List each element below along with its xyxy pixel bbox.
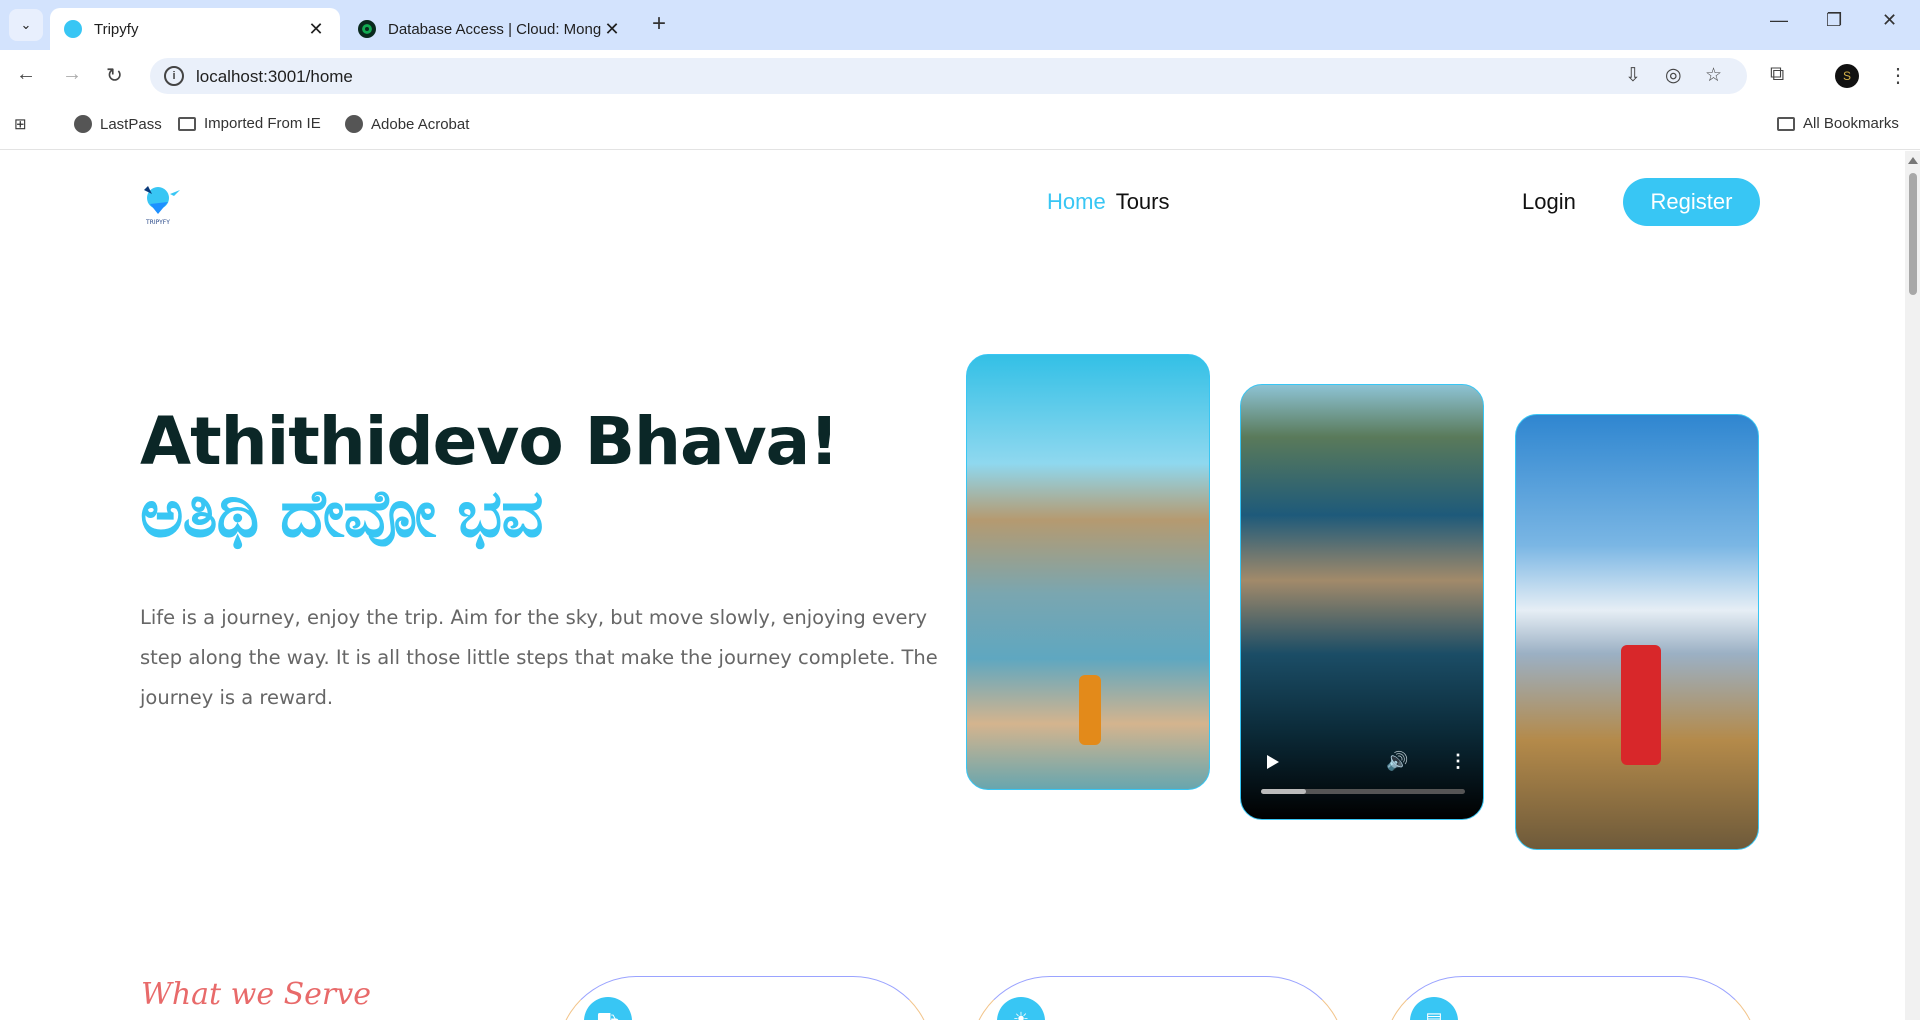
scroll-up-icon[interactable] <box>1908 157 1918 164</box>
service-icon: ☀ <box>997 997 1045 1020</box>
all-bookmarks[interactable]: All Bookmarks <box>1777 115 1899 132</box>
folder-icon <box>178 116 196 131</box>
globe-icon <box>345 115 363 133</box>
bookmark-imported-from-ie[interactable]: Imported From IE <box>178 115 321 132</box>
tab-database-access[interactable]: Database Access | Cloud: Mong ✕ <box>350 8 630 50</box>
bookmark-label: LastPass <box>100 115 162 133</box>
bookmark-label: Adobe Acrobat <box>371 115 470 133</box>
minimize-button[interactable]: — <box>1770 10 1788 31</box>
bookmark-adobe-acrobat[interactable]: Adobe Acrobat <box>345 115 469 133</box>
service-icon: ▤ <box>1410 997 1458 1020</box>
reload-button[interactable]: ↻ <box>106 63 123 88</box>
chevron-down-icon: ⌄ <box>20 17 32 32</box>
extensions-icon[interactable]: ⧉ <box>1770 63 1784 86</box>
tripyfy-favicon-icon <box>64 20 82 38</box>
menu-icon[interactable]: ⋮ <box>1888 63 1908 88</box>
hero-title: Athithidevo Bhava!ಅತಿಥಿ ದೇವೋ ಭವ <box>140 406 920 550</box>
video-progress-fill <box>1261 789 1306 794</box>
hero-title-english: Athithidevo Bhava! <box>140 403 839 480</box>
traveler-figure <box>1621 645 1661 765</box>
service-icon: ⛟ <box>584 997 632 1020</box>
nav-home[interactable]: Home <box>1047 189 1106 215</box>
tab-tripyfy[interactable]: Tripyfy ✕ <box>50 8 340 50</box>
bookmarks-bar: ⊞ LastPass Imported From IE Adobe Acroba… <box>0 101 1920 150</box>
url-text[interactable]: localhost:3001/home <box>196 67 353 87</box>
page-scrollbar[interactable] <box>1905 151 1920 1020</box>
hero-description: Life is a journey, enjoy the trip. Aim f… <box>140 606 938 709</box>
more-options-icon[interactable]: ⋮ <box>1449 751 1467 772</box>
hero-image-louvre <box>966 354 1210 790</box>
main-nav: Home Tours <box>1047 189 1169 215</box>
nav-tours[interactable]: Tours <box>1116 189 1170 215</box>
tab-search-button[interactable]: ⌄ <box>9 9 43 41</box>
folder-icon <box>1777 116 1795 131</box>
bookmark-label: All Bookmarks <box>1803 115 1899 132</box>
close-tab-icon[interactable]: ✕ <box>602 19 622 40</box>
tripyfy-logo[interactable]: TRIPYFY <box>140 184 184 226</box>
browser-toolbar: ← → ↻ i localhost:3001/home ⇩ ◎ ☆ ⧉ S ⋮ <box>0 50 1920 101</box>
profile-avatar[interactable]: S <box>1835 64 1859 88</box>
service-card: ⛟ <box>557 976 933 1020</box>
bookmark-lastpass[interactable]: LastPass <box>74 115 162 133</box>
back-button[interactable]: ← <box>16 63 36 86</box>
video-progress-bar[interactable] <box>1261 789 1465 794</box>
traveler-figure <box>1079 675 1101 745</box>
close-window-button[interactable]: ✕ <box>1882 10 1897 31</box>
bookmark-star-icon[interactable]: ☆ <box>1705 64 1722 87</box>
mongodb-favicon-icon <box>358 20 376 38</box>
apps-icon[interactable]: ⊞ <box>14 115 27 133</box>
eye-off-icon[interactable]: ◎ <box>1665 64 1682 87</box>
restore-button[interactable]: ❐ <box>1826 10 1842 31</box>
login-link[interactable]: Login <box>1522 189 1576 215</box>
hero-title-kannada: ಅತಿಥಿ ದೇವೋ ಭವ <box>140 475 544 552</box>
tab-title: Database Access | Cloud: Mong <box>388 20 602 38</box>
tab-strip: ⌄ Tripyfy ✕ Database Access | Cloud: Mon… <box>0 0 1920 50</box>
play-icon[interactable] <box>1267 755 1279 769</box>
video-controls: 🔊 ⋮ <box>1241 729 1483 819</box>
svg-text:TRIPYFY: TRIPYFY <box>145 219 170 226</box>
globe-icon <box>74 115 92 133</box>
install-app-icon[interactable]: ⇩ <box>1625 64 1641 87</box>
volume-icon[interactable]: 🔊 <box>1386 751 1408 772</box>
new-tab-button[interactable]: + <box>652 10 666 38</box>
forward-button[interactable]: → <box>62 63 82 86</box>
service-card: ☀ <box>970 976 1346 1020</box>
address-bar[interactable]: i localhost:3001/home ⇩ ◎ ☆ <box>150 58 1747 94</box>
close-tab-icon[interactable]: ✕ <box>306 19 326 40</box>
register-button[interactable]: Register <box>1623 178 1760 226</box>
service-card: ▤ <box>1383 976 1759 1020</box>
site-info-icon[interactable]: i <box>164 66 184 86</box>
tab-title: Tripyfy <box>94 20 139 38</box>
bookmark-label: Imported From IE <box>204 115 321 132</box>
services-heading: What we Serve <box>141 977 371 1012</box>
page-content: TRIPYFY Home Tours Login Register Athith… <box>0 151 1905 1020</box>
hero-video-fortress[interactable]: 🔊 ⋮ <box>1240 384 1484 820</box>
hero-image-mountain <box>1515 414 1759 850</box>
scrollbar-thumb[interactable] <box>1909 173 1917 295</box>
